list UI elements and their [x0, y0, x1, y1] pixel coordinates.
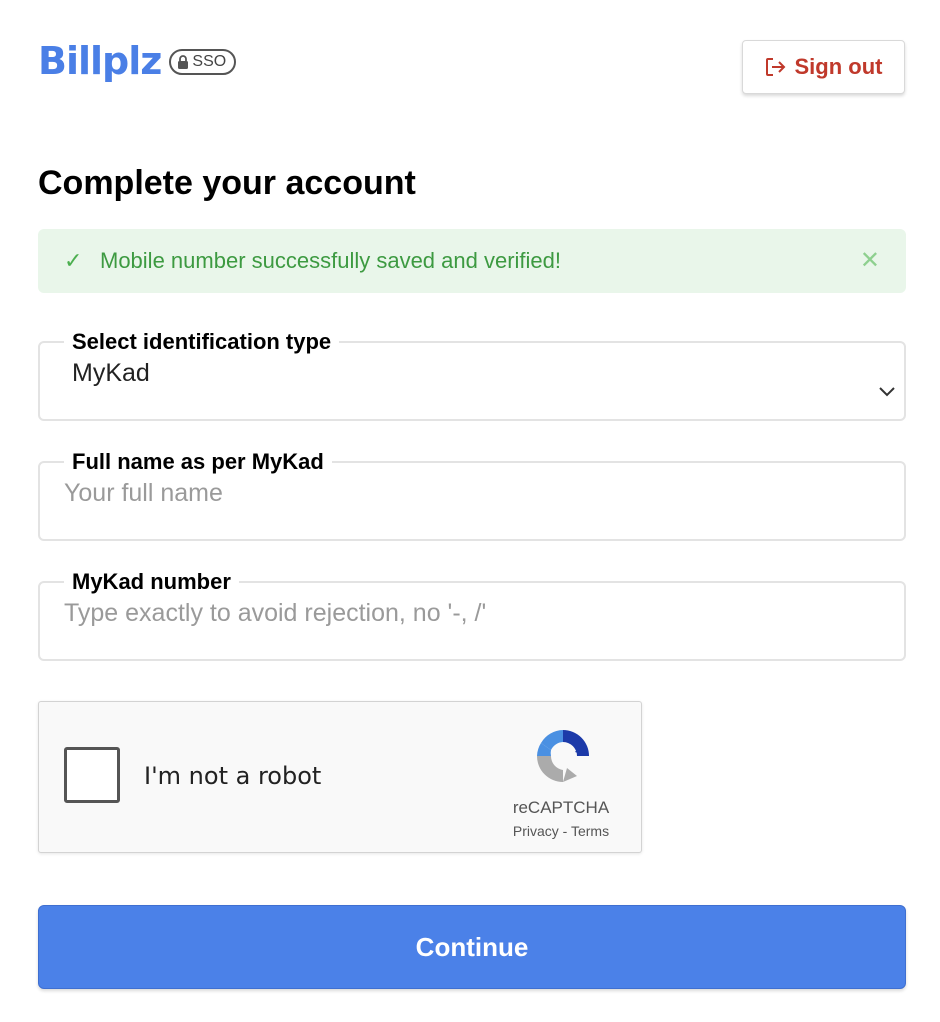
chevron-down-icon — [879, 387, 895, 397]
mykad-number-field: MyKad number — [38, 569, 906, 661]
sso-badge-text: SSO — [192, 53, 227, 70]
terms-link[interactable]: Terms — [571, 823, 609, 839]
full-name-field: Full name as per MyKad — [38, 449, 906, 541]
recaptcha-checkbox[interactable] — [64, 747, 120, 803]
recaptcha-links: Privacy - Terms — [493, 823, 629, 839]
id-type-label: Select identification type — [72, 329, 332, 354]
check-icon: ✓ — [64, 248, 83, 273]
sign-out-button[interactable]: Sign out — [742, 40, 905, 94]
lock-icon — [178, 55, 189, 69]
page-title: Complete your account — [38, 164, 416, 202]
privacy-link[interactable]: Privacy — [513, 823, 559, 839]
recaptcha-logo-icon — [537, 730, 589, 782]
recaptcha-brand: reCAPTCHA — [512, 798, 610, 817]
success-alert: ✓ Mobile number successfully saved and v… — [38, 229, 906, 293]
sign-out-label: Sign out — [794, 54, 883, 79]
recaptcha-label: I'm not a robot — [144, 762, 322, 790]
mykad-number-label: MyKad number — [72, 569, 231, 594]
mykad-number-input[interactable] — [64, 595, 880, 628]
id-type-select[interactable]: Select identification type MyKad — [38, 329, 906, 421]
recaptcha-widget: I'm not a robot reCAPTCHA Privacy - Term… — [38, 701, 642, 853]
sign-out-icon — [765, 58, 785, 76]
billplz-logo: Billplz SSO — [38, 39, 237, 83]
full-name-input[interactable] — [64, 475, 880, 508]
full-name-label: Full name as per MyKad — [72, 449, 324, 474]
logo-text: Billplz — [38, 39, 162, 83]
continue-button[interactable]: Continue — [38, 905, 906, 989]
close-icon[interactable]: ✕ — [860, 249, 880, 273]
alert-message: Mobile number successfully saved and ver… — [100, 248, 562, 273]
id-type-value: MyKad — [72, 359, 150, 387]
sso-badge: SSO — [169, 49, 237, 75]
links-separator: - — [558, 823, 571, 839]
